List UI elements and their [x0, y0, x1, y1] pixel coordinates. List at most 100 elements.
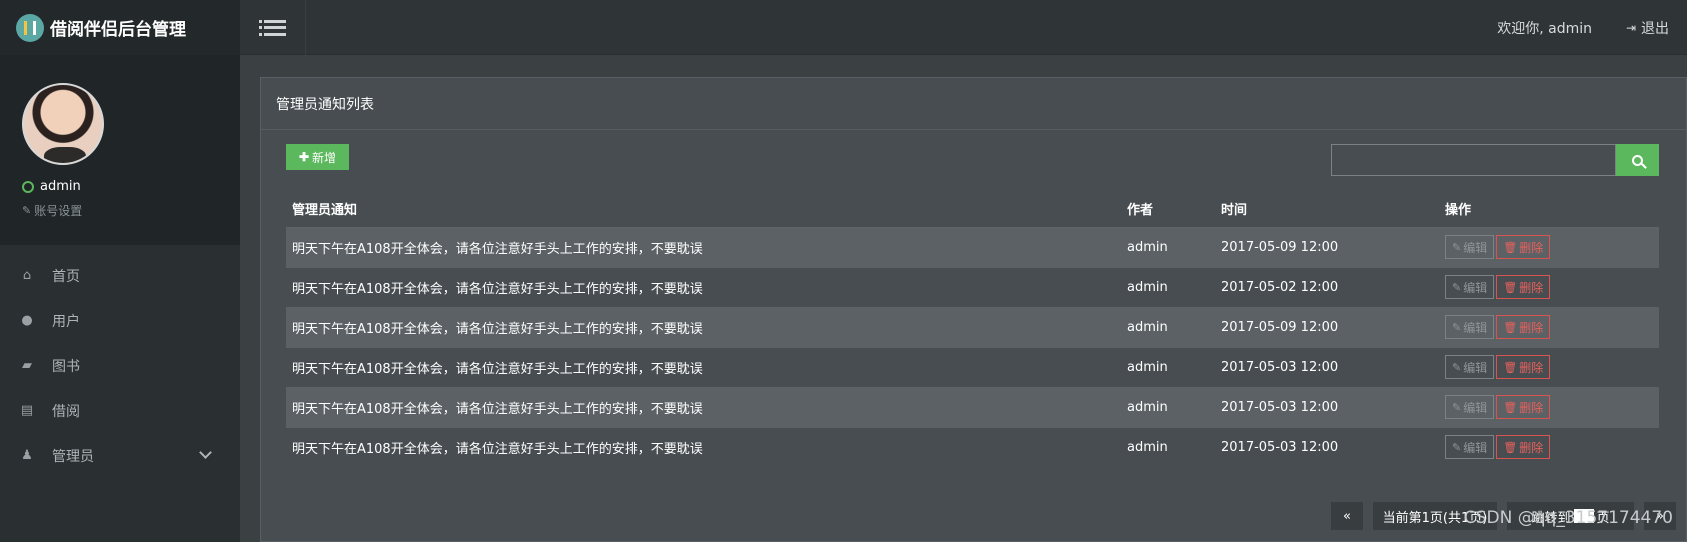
account-settings-link[interactable]: ✎ 账号设置 — [22, 202, 240, 219]
table-row: 明天下午在A108开全体会，请各位注意好手头上工作的安排，不要耽误 admin … — [286, 386, 1659, 427]
panel-title: 管理员通知列表 — [261, 78, 1686, 130]
sidebar-item-label: 首页 — [52, 268, 80, 285]
cell-author: admin — [1121, 346, 1215, 387]
add-button-label: 新增 — [312, 150, 337, 165]
edit-label: 编辑 — [1463, 440, 1488, 455]
cell-time: 2017-05-03 12:00 — [1215, 386, 1439, 427]
cell-time: 2017-05-02 12:00 — [1215, 266, 1439, 307]
cell-time: 2017-05-09 12:00 — [1215, 226, 1439, 267]
sidebar-item-home[interactable]: ⌂ 首页 — [0, 253, 240, 298]
table-header-row: 管理员通知 作者 时间 操作 — [286, 191, 1659, 228]
sidebar-item-books[interactable]: ▰ 图书 — [0, 343, 240, 388]
table-row: 明天下午在A108开全体会，请各位注意好手头上工作的安排，不要耽误 admin … — [286, 426, 1659, 467]
delete-button[interactable]: 🗑 删除 — [1496, 395, 1551, 419]
add-button[interactable]: ✚ 新增 — [286, 144, 349, 170]
delete-button[interactable]: 🗑 删除 — [1496, 275, 1551, 299]
sign-out-icon: ⇥ — [1625, 21, 1636, 35]
pencil-icon: ✎ — [1452, 280, 1462, 294]
app-logo-icon — [16, 13, 44, 42]
list-icon — [259, 19, 286, 36]
user-profile: admin ✎ 账号设置 — [0, 55, 240, 245]
edit-label: 编辑 — [1463, 320, 1488, 335]
cell-title: 明天下午在A108开全体会，请各位注意好手头上工作的安排，不要耽误 — [286, 226, 1121, 267]
logout-label: 退出 — [1641, 21, 1669, 37]
edit-button[interactable]: ✎ 编辑 — [1445, 235, 1495, 259]
edit-label: 编辑 — [1463, 280, 1488, 295]
sidebar-toggle-button[interactable] — [240, 0, 306, 55]
search-button[interactable] — [1616, 144, 1659, 176]
cell-author: admin — [1121, 386, 1215, 427]
pencil-icon: ✎ — [1452, 320, 1462, 334]
cell-actions: ✎ 编辑 🗑 删除 — [1439, 226, 1659, 267]
sidebar-item-users[interactable]: ● 用户 — [0, 298, 240, 343]
top-bar: 欢迎你, admin ⇥ 退出 — [240, 0, 1687, 55]
user-icon: ● — [21, 313, 33, 328]
header-author: 作者 — [1121, 191, 1215, 228]
delete-label: 删除 — [1519, 280, 1544, 295]
table-row: 明天下午在A108开全体会，请各位注意好手头上工作的安排，不要耽误 admin … — [286, 266, 1659, 307]
edit-label: 编辑 — [1463, 360, 1488, 375]
book-icon: ▰ — [22, 358, 32, 373]
sidebar-item-label: 用户 — [52, 313, 80, 330]
edit-label: 编辑 — [1463, 400, 1488, 415]
plus-icon: ✚ — [298, 150, 310, 164]
search-input[interactable] — [1331, 144, 1616, 176]
edit-button[interactable]: ✎ 编辑 — [1445, 395, 1495, 419]
logout-button[interactable]: ⇥ 退出 — [1626, 18, 1669, 38]
delete-button[interactable]: 🗑 删除 — [1496, 235, 1551, 259]
cell-actions: ✎ 编辑 🗑 删除 — [1439, 266, 1659, 307]
edit-button[interactable]: ✎ 编辑 — [1445, 355, 1495, 379]
delete-label: 删除 — [1519, 440, 1544, 455]
pencil-icon: ✎ — [1452, 440, 1462, 454]
cell-author: admin — [1121, 306, 1215, 347]
prev-page-button[interactable]: « — [1331, 502, 1363, 530]
sidebar-menu: ⌂ 首页 ● 用户 ▰ 图书 ▤ 借阅 ♟ 管理员 — [0, 253, 240, 478]
trash-icon: 🗑 — [1503, 440, 1518, 454]
cell-time: 2017-05-03 12:00 — [1215, 426, 1439, 467]
trash-icon: 🗑 — [1503, 400, 1518, 414]
delete-label: 删除 — [1519, 320, 1544, 335]
pencil-icon: ✎ — [22, 204, 32, 217]
brand[interactable]: 借阅伴侣后台管理 — [0, 0, 240, 55]
delete-button[interactable]: 🗑 删除 — [1496, 355, 1551, 379]
cell-author: admin — [1121, 266, 1215, 307]
cell-title: 明天下午在A108开全体会，请各位注意好手头上工作的安排，不要耽误 — [286, 426, 1121, 467]
delete-button[interactable]: 🗑 删除 — [1496, 315, 1551, 339]
cell-actions: ✎ 编辑 🗑 删除 — [1439, 426, 1659, 467]
admin-icon: ♟ — [21, 448, 33, 463]
sidebar-item-label: 借阅 — [52, 403, 80, 420]
edit-button[interactable]: ✎ 编辑 — [1445, 275, 1495, 299]
pencil-icon: ✎ — [1452, 360, 1462, 374]
sidebar-item-borrow[interactable]: ▤ 借阅 — [0, 388, 240, 433]
notice-table: 管理员通知 作者 时间 操作 明天下午在A108开全体会，请各位注意好手头上工作… — [286, 191, 1659, 467]
welcome-text: 欢迎你, admin — [1497, 21, 1592, 37]
cell-author: admin — [1121, 426, 1215, 467]
header-title: 管理员通知 — [286, 191, 1121, 228]
avatar — [22, 83, 104, 165]
cell-actions: ✎ 编辑 🗑 删除 — [1439, 346, 1659, 387]
edit-button[interactable]: ✎ 编辑 — [1445, 315, 1495, 339]
sidebar-item-label: 管理员 — [52, 448, 94, 465]
edit-label: 编辑 — [1463, 240, 1488, 255]
delete-label: 删除 — [1519, 360, 1544, 375]
sidebar: 借阅伴侣后台管理 admin ✎ 账号设置 ⌂ 首页 ● 用户 ▰ 图书 ▤ 借… — [0, 0, 240, 542]
cell-author: admin — [1121, 226, 1215, 267]
cell-time: 2017-05-09 12:00 — [1215, 306, 1439, 347]
cell-title: 明天下午在A108开全体会，请各位注意好手头上工作的安排，不要耽误 — [286, 266, 1121, 307]
trash-icon: 🗑 — [1503, 360, 1518, 374]
cell-title: 明天下午在A108开全体会，请各位注意好手头上工作的安排，不要耽误 — [286, 386, 1121, 427]
trash-icon: 🗑 — [1503, 320, 1518, 334]
notice-panel: 管理员通知列表 ✚ 新增 管理员通知 作者 时间 操作 明天下午在A108开全体… — [260, 77, 1687, 542]
cell-title: 明天下午在A108开全体会，请各位注意好手头上工作的安排，不要耽误 — [286, 306, 1121, 347]
calendar-icon: ▤ — [20, 403, 34, 418]
edit-button[interactable]: ✎ 编辑 — [1445, 435, 1495, 460]
delete-button[interactable]: 🗑 删除 — [1496, 435, 1551, 460]
header-time: 时间 — [1215, 191, 1439, 228]
delete-label: 删除 — [1519, 240, 1544, 255]
trash-icon: 🗑 — [1503, 280, 1518, 294]
chevron-down-icon — [199, 446, 212, 459]
sidebar-item-admin[interactable]: ♟ 管理员 — [0, 433, 240, 478]
cell-actions: ✎ 编辑 🗑 删除 — [1439, 306, 1659, 347]
delete-label: 删除 — [1519, 400, 1544, 415]
trash-icon: 🗑 — [1503, 240, 1518, 254]
